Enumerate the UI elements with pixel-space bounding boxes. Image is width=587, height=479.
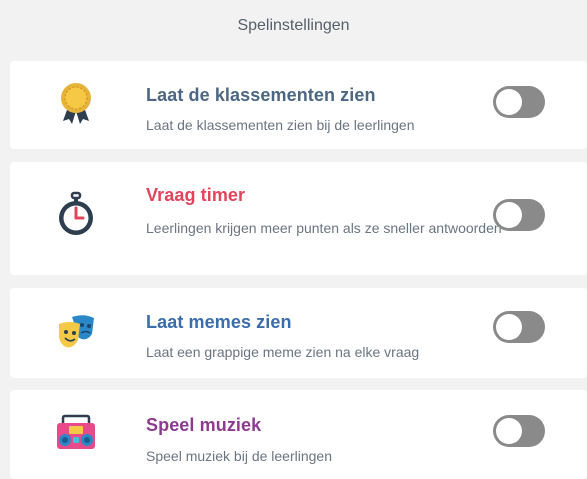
toggle-knob bbox=[496, 314, 522, 340]
leaderboard-toggle[interactable] bbox=[493, 86, 545, 118]
toggle-knob bbox=[496, 418, 522, 444]
theater-masks-icon bbox=[54, 310, 98, 354]
memes-toggle[interactable] bbox=[493, 311, 545, 343]
timer-toggle[interactable] bbox=[493, 199, 545, 231]
setting-description: Laat de klassementen zien bij de leerlin… bbox=[146, 117, 415, 133]
page-title: Spelinstellingen bbox=[237, 17, 350, 34]
setting-description: Laat een grappige meme zien na elke vraa… bbox=[146, 344, 420, 360]
setting-card-timer: Vraag timer Leerlingen krijgen meer punt… bbox=[10, 162, 587, 275]
music-toggle[interactable] bbox=[493, 415, 545, 447]
setting-title: Laat memes zien bbox=[146, 312, 292, 332]
setting-title: Vraag timer bbox=[146, 185, 246, 205]
medal-icon bbox=[54, 81, 98, 125]
setting-description: Speel muziek bij de leerlingen bbox=[146, 448, 332, 464]
boombox-icon bbox=[54, 411, 98, 455]
setting-card-leaderboards: Laat de klassementen zien Laat de klasse… bbox=[10, 61, 587, 149]
toggle-knob bbox=[496, 202, 522, 228]
setting-card-music: Speel muziek Speel muziek bij de leerlin… bbox=[10, 390, 587, 479]
toggle-knob bbox=[496, 89, 522, 115]
settings-header: Spelinstellingen bbox=[0, 0, 587, 52]
stopwatch-icon bbox=[54, 191, 98, 236]
setting-title: Speel muziek bbox=[146, 415, 262, 435]
setting-title: Laat de klassementen zien bbox=[146, 85, 376, 105]
setting-card-memes: Laat memes zien Laat een grappige meme z… bbox=[10, 288, 587, 378]
setting-description: Leerlingen krijgen meer punten als ze sn… bbox=[146, 220, 502, 236]
